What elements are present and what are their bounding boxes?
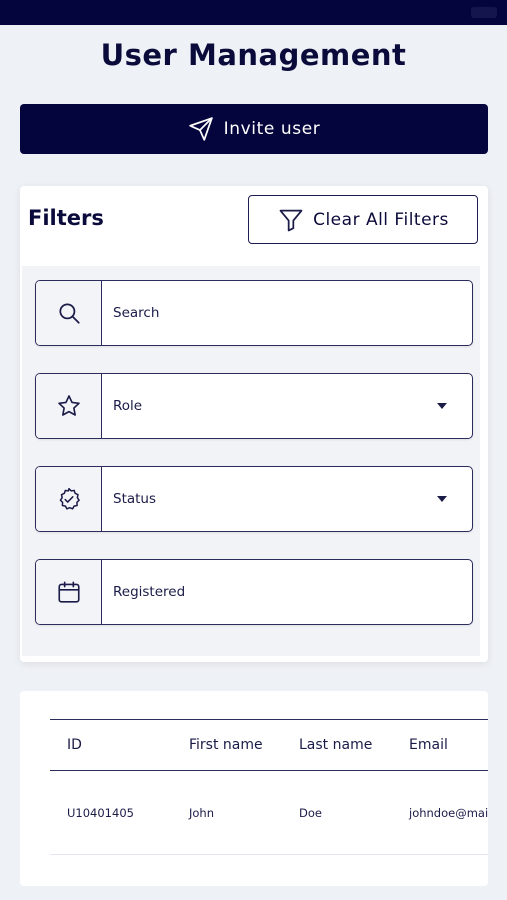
paper-plane-icon (188, 117, 213, 141)
status-bar (0, 0, 507, 25)
clear-all-filters-button[interactable]: Clear All Filters (248, 195, 478, 244)
search-icon (58, 303, 80, 324)
chevron-down-icon[interactable] (436, 374, 472, 438)
calendar-icon (57, 581, 80, 603)
status-select-label: Status (113, 491, 157, 507)
role-select[interactable]: Role (35, 373, 473, 439)
table-header: ID First name Last name Email (50, 719, 488, 771)
battery-icon (471, 7, 497, 18)
column-header-last-name[interactable]: Last name (299, 737, 372, 753)
page-title: User Management (100, 38, 407, 72)
status-select[interactable]: Status (35, 466, 473, 532)
chevron-down-icon[interactable] (436, 467, 472, 531)
filters-title: Filters (28, 206, 104, 230)
users-table: ID First name Last name Email U10401405 … (20, 691, 488, 886)
role-select-label: Role (113, 398, 143, 414)
badge-check-icon (59, 487, 80, 510)
filters-fields: Search Role Status Registered (22, 266, 480, 656)
filters-panel: Filters Clear All Filters Search Role St… (20, 186, 488, 662)
search-icon-box (36, 281, 102, 345)
column-header-id[interactable]: ID (67, 737, 82, 753)
cell-first-name: John (189, 806, 215, 820)
registered-input[interactable]: Registered (102, 560, 472, 624)
cell-email: johndoe@mai (409, 806, 488, 820)
cell-id: U10401405 (67, 806, 134, 820)
search-input[interactable]: Search (102, 281, 472, 345)
badge-check-icon-box (36, 467, 102, 531)
invite-user-button[interactable]: Invite user (20, 104, 488, 154)
invite-user-label: Invite user (223, 119, 321, 139)
cell-last-name: Doe (299, 806, 322, 820)
star-icon (57, 395, 80, 416)
column-header-first-name[interactable]: First name (189, 737, 263, 753)
clear-all-filters-label: Clear All Filters (313, 209, 449, 230)
calendar-icon-box (36, 560, 102, 624)
column-header-email[interactable]: Email (409, 737, 448, 753)
star-icon-box (36, 374, 102, 438)
search-field[interactable]: Search (35, 280, 473, 346)
filter-icon (279, 209, 303, 231)
registered-date-field[interactable]: Registered (35, 559, 473, 625)
table-row[interactable]: U10401405 John Doe johndoe@mai (50, 771, 488, 855)
